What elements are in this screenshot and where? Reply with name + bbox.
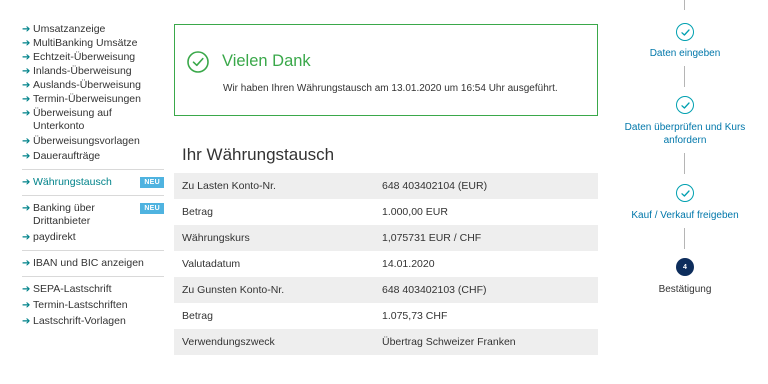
- table-row: Währungskurs 1,075731 EUR / CHF: [174, 225, 598, 251]
- nav-divider: [22, 276, 164, 277]
- nav-item-label: Umsatzanzeige: [33, 23, 106, 35]
- nav-item-label: Überweisung auf Unterkonto: [33, 107, 112, 132]
- stepper-connector: [684, 66, 685, 87]
- nav-item-label: Termin-Überweisungen: [33, 93, 141, 105]
- arrow-right-icon: ➔: [22, 108, 31, 119]
- step-3-label: Kauf / Verkauf freigeben: [631, 210, 739, 221]
- nav-item-umsatzanzeige[interactable]: ➔ Umsatzanzeige: [22, 23, 164, 36]
- arrow-right-icon: ➔: [22, 300, 31, 311]
- success-message-box: Vielen Dank Wir haben Ihren Währungstaus…: [174, 24, 598, 116]
- arrow-right-icon: ➔: [22, 38, 31, 49]
- step-1-check-icon: [676, 23, 694, 41]
- arrow-right-icon: ➔: [22, 80, 31, 91]
- nav-divider: [22, 195, 164, 196]
- nav-item-paydirekt[interactable]: ➔ paydirekt: [22, 231, 164, 244]
- nav-item-auslands-ueberweisung[interactable]: ➔ Auslands-Überweisung: [22, 79, 164, 92]
- nav-item-label: Echtzeit-Überweisung: [33, 51, 136, 63]
- arrow-right-icon: ➔: [22, 136, 31, 147]
- nav-item-label: Überweisungsvorlagen: [33, 135, 140, 147]
- nav-item-label: paydirekt: [33, 231, 76, 243]
- row-value: 648 403402103 (CHF): [382, 284, 487, 296]
- arrow-right-icon: ➔: [22, 284, 31, 295]
- table-row: Verwendungszweck Übertrag Schweizer Frank…: [174, 329, 598, 355]
- nav-item-label: Lastschrift-Vorlagen: [33, 315, 126, 327]
- arrow-right-icon: ➔: [22, 203, 31, 214]
- nav-item-banking-drittanbieter[interactable]: ➔ Banking über Drittanbieter NEU: [22, 202, 164, 228]
- nav-item-termin-ueberweisungen[interactable]: ➔ Termin-Überweisungen: [22, 93, 164, 106]
- new-badge: NEU: [140, 203, 164, 214]
- nav-item-label: Banking über Drittanbieter: [33, 202, 95, 227]
- row-label: Verwendungszweck: [182, 336, 275, 348]
- row-value: 648 403402104 (EUR): [382, 180, 488, 192]
- nav-divider: [22, 169, 164, 170]
- row-value: 1,075731 EUR / CHF: [382, 232, 482, 244]
- step-1-label: Daten eingeben: [649, 48, 721, 59]
- row-label: Betrag: [182, 206, 213, 218]
- nav-item-inlands-ueberweisung[interactable]: ➔ Inlands-Überweisung: [22, 65, 164, 78]
- new-badge: NEU: [140, 177, 164, 188]
- row-value: 14.01.2020: [382, 258, 435, 270]
- nav-divider: [22, 250, 164, 251]
- arrow-right-icon: ➔: [22, 316, 31, 327]
- nav-item-dauerauftraege[interactable]: ➔ Daueraufträge: [22, 150, 164, 163]
- progress-stepper: Daten eingeben Daten überprüfen und Kurs…: [610, 0, 760, 384]
- nav-item-label: SEPA-Lastschrift: [33, 283, 112, 295]
- step-4-label: Bestätigung: [658, 284, 712, 295]
- arrow-right-icon: ➔: [22, 232, 31, 243]
- row-value: Übertrag Schweizer Franken: [382, 336, 516, 348]
- stepper-connector: [684, 0, 685, 10]
- row-label: Zu Gunsten Konto-Nr.: [182, 284, 285, 296]
- stepper-connector: [684, 153, 685, 174]
- table-row: Zu Gunsten Konto-Nr. 648 403402103 (CHF): [174, 277, 598, 303]
- row-label: Valutadatum: [182, 258, 241, 270]
- table-row: Zu Lasten Konto-Nr. 648 403402104 (EUR): [174, 173, 598, 199]
- stepper-connector: [684, 228, 685, 249]
- nav-item-label: Termin-Lastschriften: [33, 299, 128, 311]
- nav-item-multibanking[interactable]: ➔ MultiBanking Umsätze: [22, 37, 164, 50]
- nav-item-label: Inlands-Überweisung: [33, 65, 132, 77]
- nav-item-label: Daueraufträge: [33, 150, 101, 162]
- nav-item-ueberweisungsvorlagen[interactable]: ➔ Überweisungsvorlagen: [22, 135, 164, 148]
- table-row: Valutadatum 14.01.2020: [174, 251, 598, 277]
- table-row: Betrag 1.000,00 EUR: [174, 199, 598, 225]
- nav-item-ueberweisung-unterkonto[interactable]: ➔ Überweisung auf Unterkonto: [22, 107, 164, 133]
- check-circle-icon: [187, 51, 209, 73]
- step-2-check-icon: [676, 96, 694, 114]
- nav-item-iban-bic[interactable]: ➔ IBAN und BIC anzeigen: [22, 257, 164, 270]
- sidebar-nav: ➔ Umsatzanzeige ➔ MultiBanking Umsätze ➔ Ec…: [22, 23, 164, 328]
- nav-item-sepa-lastschrift[interactable]: ➔ SEPA-Lastschrift: [22, 283, 164, 296]
- nav-item-waehrungstausch[interactable]: ➔ Währungstausch NEU: [22, 176, 164, 189]
- nav-item-label: MultiBanking Umsätze: [33, 37, 138, 49]
- nav-item-label: Währungstausch: [33, 176, 112, 188]
- step-2-label: Daten überprüfen und Kurs anfordern: [624, 122, 746, 146]
- row-label: Betrag: [182, 310, 213, 322]
- row-label: Währungskurs: [182, 232, 250, 244]
- arrow-right-icon: ➔: [22, 177, 31, 188]
- arrow-right-icon: ➔: [22, 52, 31, 63]
- table-row: Betrag 1.075,73 CHF: [174, 303, 598, 329]
- nav-item-label: Auslands-Überweisung: [33, 79, 141, 91]
- arrow-right-icon: ➔: [22, 151, 31, 162]
- summary-table: Zu Lasten Konto-Nr. 648 403402104 (EUR) B…: [174, 173, 598, 355]
- nav-item-label: IBAN und BIC anzeigen: [33, 257, 144, 269]
- success-message: Wir haben Ihren Währungstausch am 13.01.…: [223, 83, 558, 94]
- row-label: Zu Lasten Konto-Nr.: [182, 180, 276, 192]
- row-value: 1.075,73 CHF: [382, 310, 448, 322]
- row-value: 1.000,00 EUR: [382, 206, 448, 218]
- summary-title: Ihr Währungstausch: [182, 145, 335, 164]
- step-3-check-icon: [676, 184, 694, 202]
- nav-item-termin-lastschriften[interactable]: ➔ Termin-Lastschriften: [22, 299, 164, 312]
- arrow-right-icon: ➔: [22, 94, 31, 105]
- arrow-right-icon: ➔: [22, 24, 31, 35]
- nav-item-echtzeit-ueberweisung[interactable]: ➔ Echtzeit-Überweisung: [22, 51, 164, 64]
- nav-item-lastschrift-vorlagen[interactable]: ➔ Lastschrift-Vorlagen: [22, 315, 164, 328]
- success-title: Vielen Dank: [222, 52, 311, 70]
- arrow-right-icon: ➔: [22, 258, 31, 269]
- step-4-number: 4: [676, 258, 694, 276]
- arrow-right-icon: ➔: [22, 66, 31, 77]
